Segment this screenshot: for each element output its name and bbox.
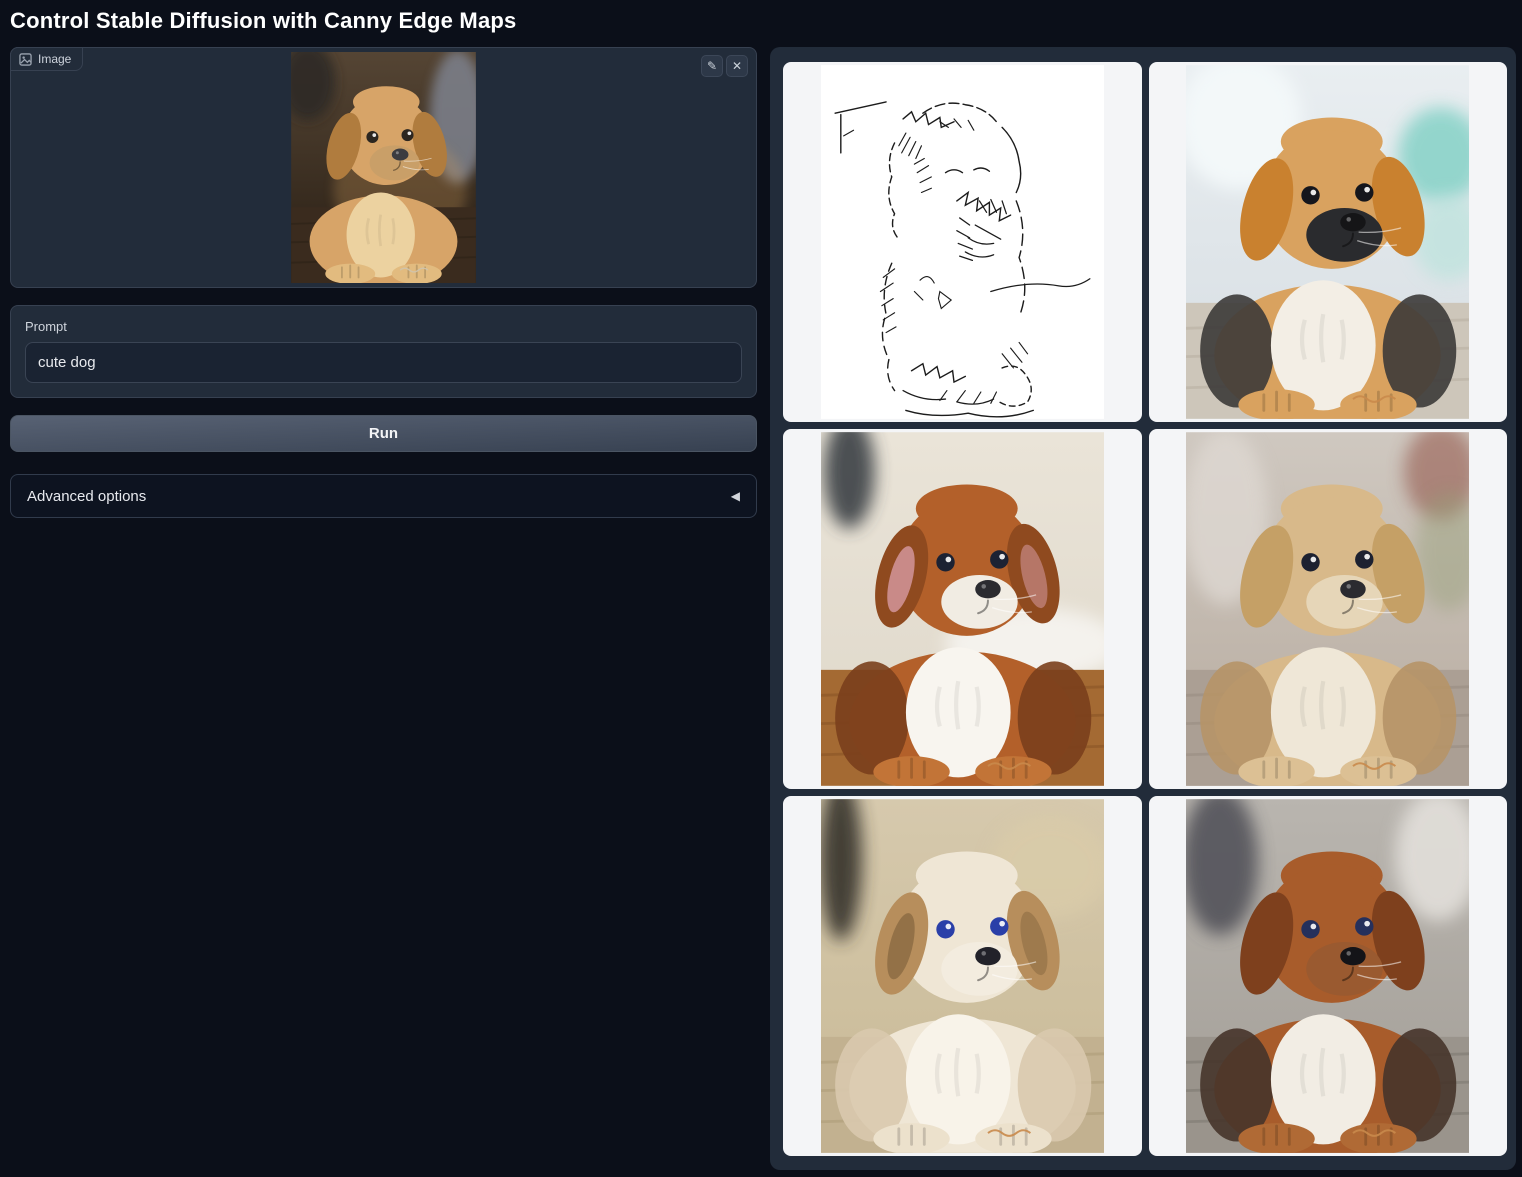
edit-image-button[interactable]: ✎: [701, 55, 723, 77]
close-icon: ✕: [732, 60, 742, 72]
image-icon: [19, 53, 32, 66]
output-gallery: [770, 47, 1516, 1170]
image-toolbar: ✎ ✕: [701, 55, 748, 77]
gallery-item-6-generated-dog-5[interactable]: [1149, 796, 1508, 1156]
page-title: Control Stable Diffusion with Canny Edge…: [10, 8, 1514, 34]
prompt-input[interactable]: [25, 342, 742, 383]
gallery-item-3-generated-dog-2[interactable]: [783, 429, 1142, 789]
image-input-label-chip: Image: [10, 47, 83, 71]
prompt-block: Prompt: [10, 305, 757, 398]
uploaded-image: [289, 52, 478, 283]
pencil-icon: ✎: [707, 60, 717, 72]
clear-image-button[interactable]: ✕: [726, 55, 748, 77]
advanced-options-accordion[interactable]: Advanced options ◀: [10, 474, 757, 518]
gallery-item-1-canny-edge-map[interactable]: [783, 62, 1142, 422]
gallery-item-2-generated-dog-1[interactable]: [1149, 62, 1508, 422]
gallery-item-4-generated-dog-3[interactable]: [1149, 429, 1508, 789]
gallery-item-5-generated-dog-4[interactable]: [783, 796, 1142, 1156]
left-panel: Image ✎ ✕ Prompt Run Advanced opti: [10, 47, 757, 518]
gallery-grid: [783, 62, 1507, 1156]
image-input-label: Image: [38, 52, 71, 66]
prompt-label: Prompt: [25, 319, 742, 334]
image-input-block[interactable]: Image ✎ ✕: [10, 47, 757, 288]
main-row: Image ✎ ✕ Prompt Run Advanced opti: [10, 47, 1514, 1170]
advanced-options-label: Advanced options: [27, 488, 146, 505]
run-button[interactable]: Run: [10, 415, 757, 452]
page: Control Stable Diffusion with Canny Edge…: [0, 0, 1522, 1170]
collapse-arrow-icon: ◀: [731, 489, 740, 503]
